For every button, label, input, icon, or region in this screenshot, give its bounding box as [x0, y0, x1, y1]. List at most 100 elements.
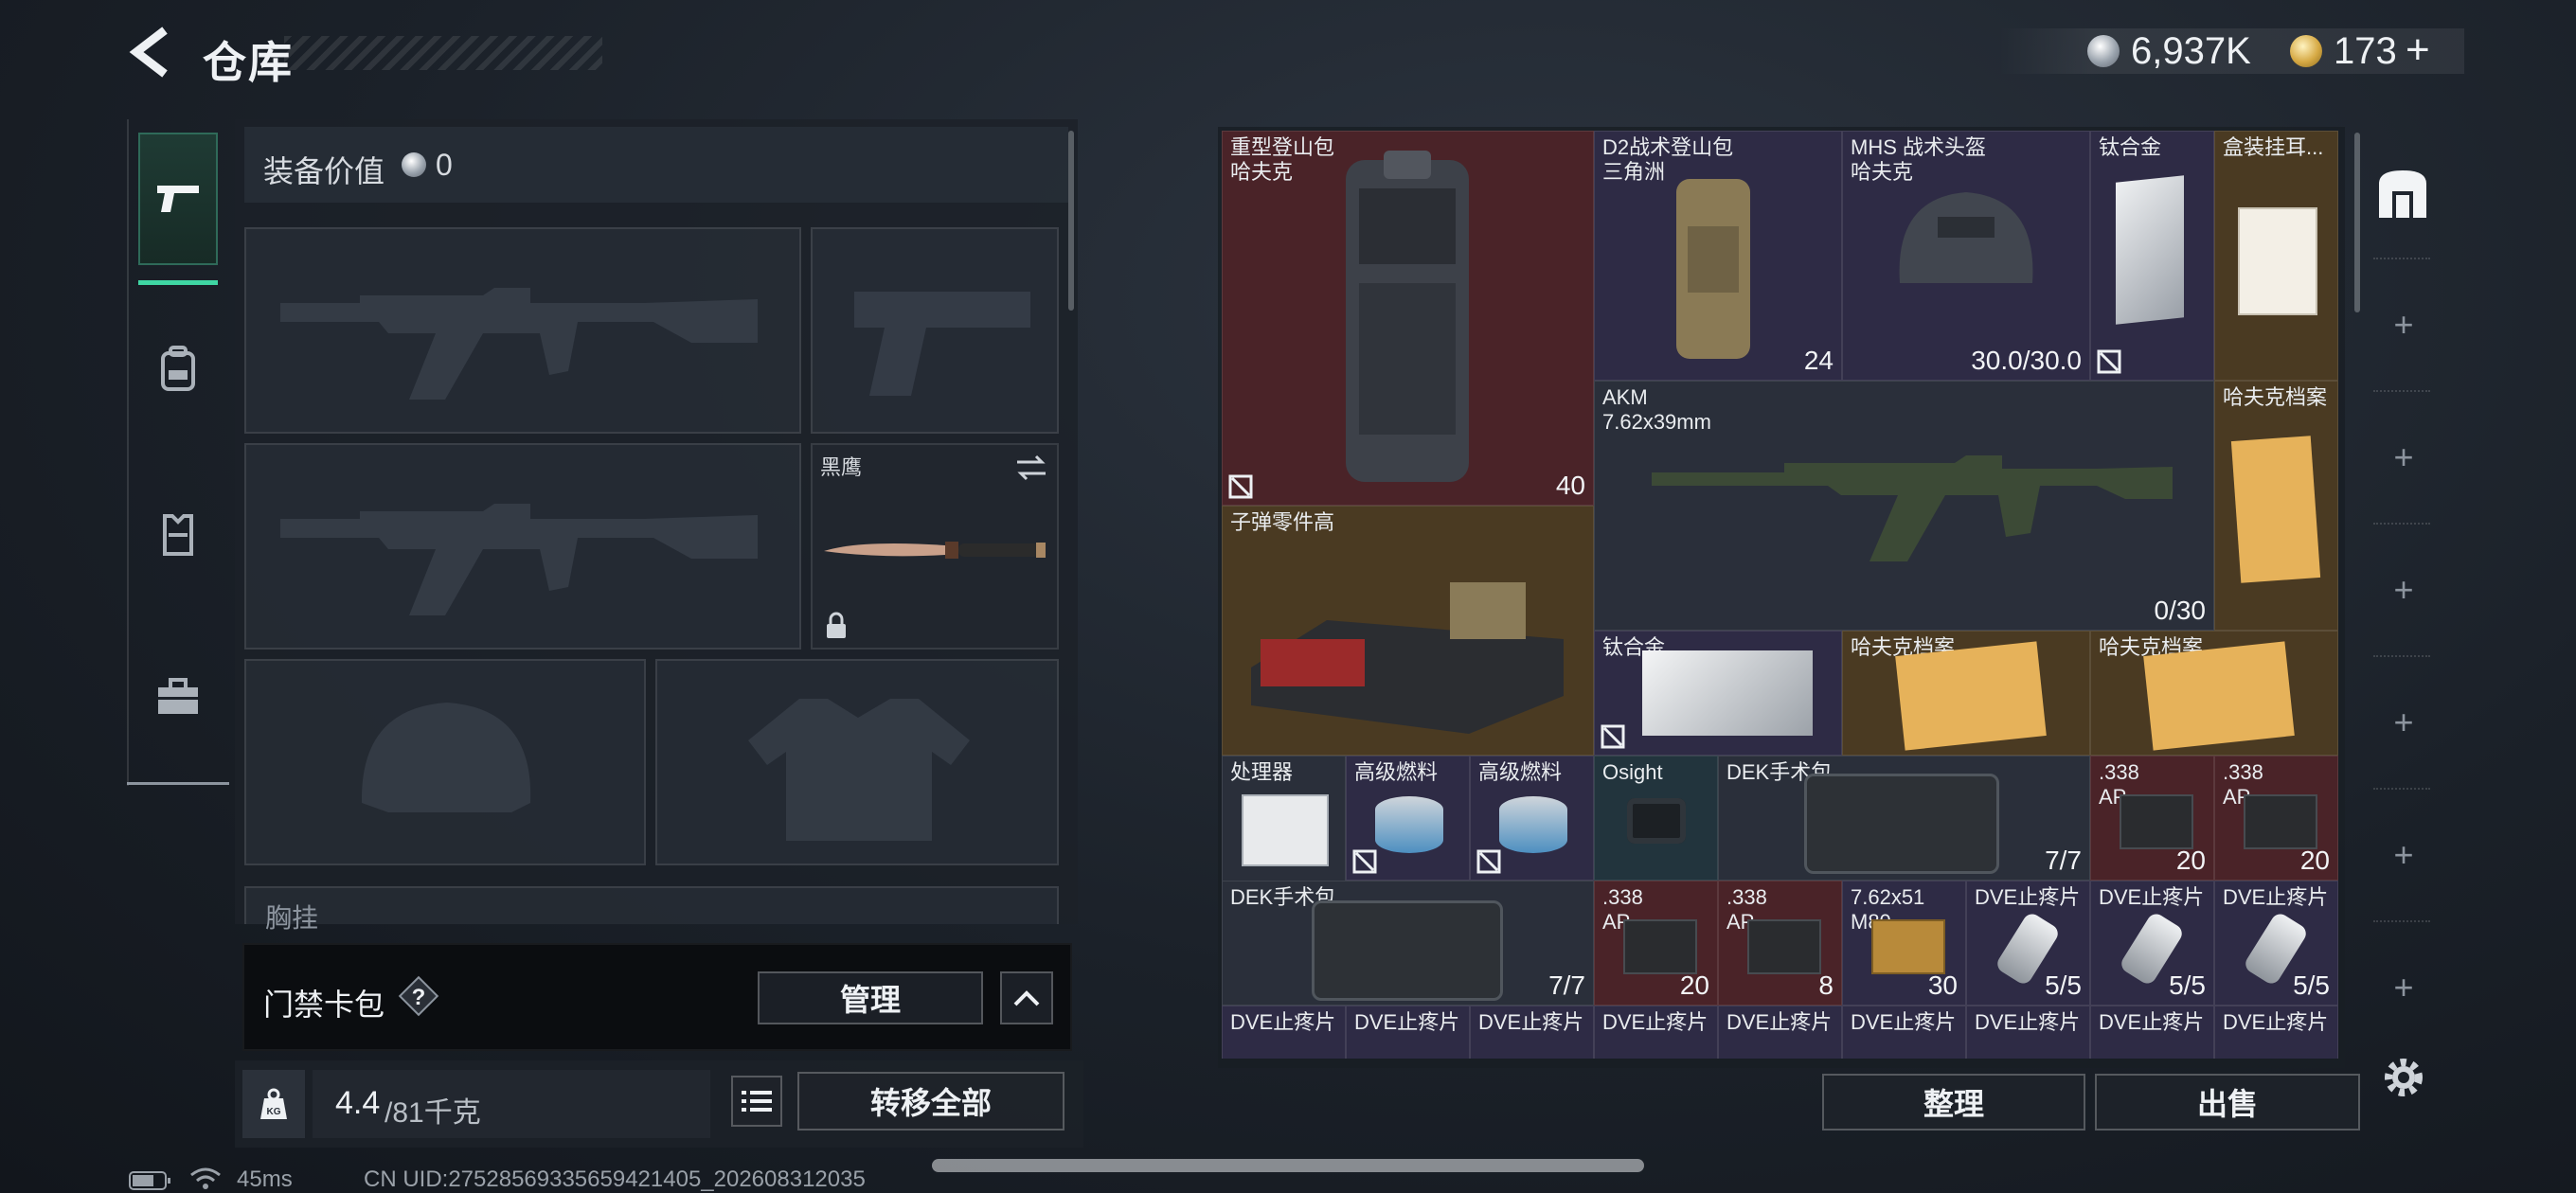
silver-currency-amount: 6,937K [2131, 30, 2251, 72]
stash-item-titanium[interactable]: 钛合金 [2090, 131, 2214, 381]
home-indicator[interactable] [932, 1159, 1644, 1172]
item-name: 钛合金 [2099, 135, 2162, 159]
melee-slot[interactable]: 黑鹰 [811, 443, 1059, 650]
item-name: DVE止疼片 [1851, 1010, 1957, 1034]
stash-item-dve-painkiller[interactable]: DVE止疼片 [1842, 1006, 1966, 1059]
item-stack-count: 8 [1818, 970, 1834, 1000]
add-stash-page-button[interactable]: + [2387, 305, 2421, 345]
no-trade-icon [1476, 849, 1501, 874]
add-stash-page-button[interactable]: + [2387, 835, 2421, 875]
item-durability: 30.0/30.0 [1971, 346, 2082, 375]
manage-button[interactable]: 管理 [758, 971, 983, 1024]
nav-backpack[interactable] [138, 303, 218, 436]
file-image [2230, 436, 2321, 583]
stash-item-dve-painkiller[interactable]: DVE止疼片 5/5 [2090, 881, 2214, 1006]
primary-weapon-slot[interactable] [244, 227, 801, 434]
sort-button[interactable]: 整理 [1822, 1074, 2085, 1131]
stash-item-osight[interactable]: Osight [1594, 756, 1718, 881]
svg-text:?: ? [412, 985, 426, 1010]
stash-item-akm[interactable]: AKM 7.62x39mm 0/30 [1594, 381, 2214, 631]
add-stash-page-button[interactable]: + [2387, 570, 2421, 610]
item-stack-count: 20 [2299, 846, 2330, 875]
ammo-box-image [1623, 919, 1697, 974]
stash-item-dve-painkiller[interactable]: DVE止疼片 [2090, 1006, 2214, 1059]
item-name: 高级燃料 [1354, 760, 1439, 784]
add-currency-button[interactable]: + [2406, 27, 2430, 74]
item-name: DVE止疼片 [2099, 1010, 2205, 1034]
settings-icon[interactable] [2379, 1053, 2428, 1102]
rifle-silhouette-icon [280, 288, 758, 400]
add-stash-page-button[interactable]: + [2387, 703, 2421, 742]
rifle-silhouette-icon [280, 504, 758, 615]
stash-item-338-ap[interactable]: .338 AP 8 [1718, 881, 1842, 1006]
chest-rig-section: 胸挂 [244, 886, 1059, 933]
item-name: DVE止疼片 [1478, 1010, 1584, 1034]
nav-weapons[interactable] [138, 133, 218, 265]
battery-icon [129, 1171, 170, 1190]
stash-item-haavk-file[interactable]: 哈夫克档案 [2214, 381, 2338, 631]
stash-item-haavk-file[interactable]: 哈夫克档案 [2090, 631, 2338, 756]
no-trade-icon [1228, 474, 1253, 499]
stash-item-dve-painkiller[interactable]: DVE止疼片 5/5 [2214, 881, 2338, 1006]
stash-item-dve-painkiller[interactable]: DVE止疼片 [1470, 1006, 1594, 1059]
stash-scrollbar[interactable] [2354, 133, 2360, 312]
item-name: 盒装挂耳... [2223, 135, 2324, 159]
transfer-all-button[interactable]: 转移全部 [797, 1072, 1064, 1131]
helmet-slot[interactable] [244, 659, 646, 865]
stash-item-fuel[interactable]: 高级燃料 [1346, 756, 1470, 881]
stash-item-dve-painkiller[interactable]: DVE止疼片 [1594, 1006, 1718, 1059]
sight-image [1627, 798, 1686, 844]
stash-item-dve-painkiller[interactable]: DVE止疼片 5/5 [1966, 881, 2090, 1006]
nav-toolbox[interactable] [138, 631, 218, 763]
user-uid: CN UID:27528569335659421405_202608312035 [364, 1166, 866, 1192]
collapse-keycase-button[interactable] [1000, 971, 1053, 1024]
stash-item-338-ap[interactable]: .338 AP 20 [2214, 756, 2338, 881]
ammo-box-image [1747, 919, 1821, 974]
nav-vest[interactable] [138, 468, 218, 600]
fuel-can-image [1375, 796, 1443, 853]
helmet-image [1899, 192, 2033, 283]
stash-bottom-edge [1218, 1059, 2345, 1068]
item-name: DVE止疼片 [1975, 885, 2081, 909]
list-view-button[interactable] [731, 1076, 782, 1127]
stash-item-d2-backpack[interactable]: D2战术登山包 三角洲 24 [1594, 131, 1842, 381]
surgery-kit-image [1804, 774, 1999, 874]
stash-item-762x51-m80[interactable]: 7.62x51 M80 30 [1842, 881, 1966, 1006]
stash-item-dve-painkiller[interactable]: DVE止疼片 [1346, 1006, 1470, 1059]
weight-current: 4.4 [335, 1085, 381, 1121]
stash-item-mhs-helmet[interactable]: MHS 战术头盔 哈夫克 30.0/30.0 [1842, 131, 2090, 381]
back-arrow-icon[interactable] [127, 25, 176, 80]
swap-icon[interactable] [1015, 454, 1047, 481]
stash-item-338-ap[interactable]: .338 AP 20 [1594, 881, 1718, 1006]
processor-image [1242, 794, 1329, 866]
help-icon[interactable]: ? [398, 975, 439, 1017]
item-stack-count: 30 [1927, 970, 1958, 1000]
sell-button[interactable]: 出售 [2095, 1074, 2360, 1131]
akm-rifle-image [1652, 455, 2173, 561]
item-uses: 7/7 [1548, 970, 1585, 1000]
stash-item-dve-painkiller[interactable]: DVE止疼片 [2214, 1006, 2338, 1059]
page-title: 仓库 [203, 38, 294, 87]
pistol-slot[interactable] [811, 227, 1059, 434]
chevron-up-icon [1013, 990, 1040, 1006]
stash-item-haavk-file[interactable]: 哈夫克档案 [1842, 631, 2090, 756]
stash-item-dve-painkiller[interactable]: DVE止疼片 [1966, 1006, 2090, 1059]
add-stash-page-button[interactable]: + [2387, 437, 2421, 477]
stash-item-ammo-parts[interactable]: 子弹零件高 [1222, 506, 1594, 756]
stash-item-fuel[interactable]: 高级燃料 [1470, 756, 1594, 881]
stash-item-338-ap[interactable]: .338 AP 20 [2090, 756, 2214, 881]
stash-item-titanium[interactable]: 钛合金 [1594, 631, 1842, 756]
equipment-scrollbar[interactable] [1068, 131, 1074, 311]
stash-icon[interactable] [2373, 165, 2432, 223]
item-capacity: 40 [1555, 471, 1585, 500]
stash-item-dve-painkiller[interactable]: DVE止疼片 [1718, 1006, 1842, 1059]
add-stash-page-button[interactable]: + [2387, 968, 2421, 1007]
stash-item-dek-surgery-kit[interactable]: DEK手术包 7/7 [1222, 881, 1594, 1006]
stash-item-dve-painkiller[interactable]: DVE止疼片 [1222, 1006, 1346, 1059]
stash-item-dek-surgery-kit[interactable]: DEK手术包 7/7 [1718, 756, 2090, 881]
armor-slot[interactable] [655, 659, 1059, 865]
stash-item-heavy-backpack[interactable]: 重型登山包 哈夫克 40 [1222, 131, 1594, 506]
secondary-weapon-slot[interactable] [244, 443, 801, 650]
stash-item-coffee-box[interactable]: 盒装挂耳... [2214, 131, 2338, 381]
ammo-parts-image [1251, 582, 1564, 734]
